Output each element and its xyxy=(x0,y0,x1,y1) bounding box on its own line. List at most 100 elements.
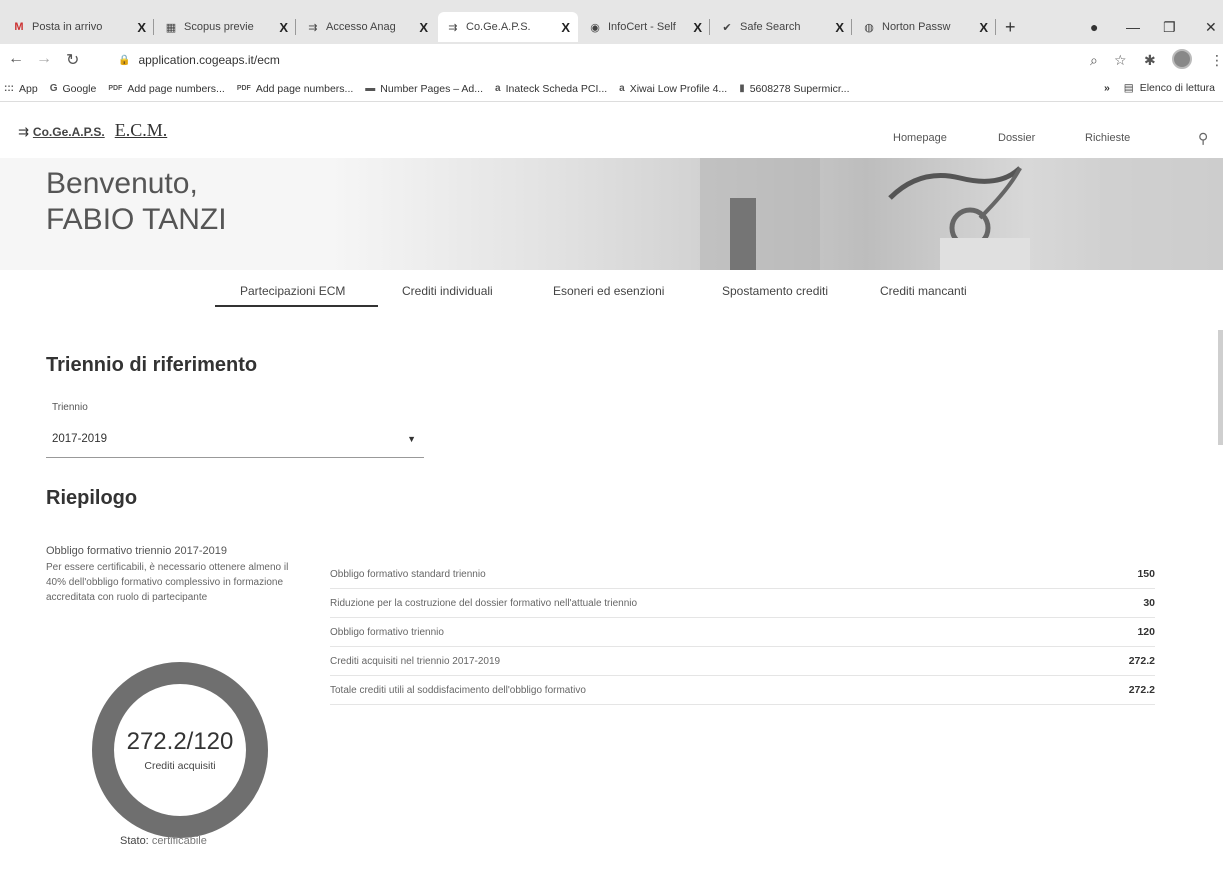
check-icon: ✔ xyxy=(722,21,732,34)
star-icon[interactable]: ☆ xyxy=(1114,52,1127,69)
reload-icon[interactable]: ↻ xyxy=(66,50,79,70)
user-name: FABIO TANZI xyxy=(46,203,227,236)
browser-tab-accesso[interactable]: ⇉ Accesso Anag X xyxy=(298,12,436,42)
summary-row: Crediti acquisiti nel triennio 2017-2019… xyxy=(330,647,1155,676)
restore-icon[interactable]: ❐ xyxy=(1163,19,1176,36)
bookmark-label: Add page numbers... xyxy=(127,82,225,95)
welcome-greeting: Benvenuto, xyxy=(46,167,198,200)
amazon-icon: a xyxy=(619,83,625,94)
user-icon[interactable]: ⚲ xyxy=(1198,130,1208,147)
bookmark-supermicro[interactable]: ▮ 5608278 Supermicr... xyxy=(739,83,849,95)
close-icon[interactable]: X xyxy=(561,20,570,35)
bookmark-xiwai[interactable]: a Xiwai Low Profile 4... xyxy=(619,83,727,95)
summary-row-label: Obbligo formativo triennio xyxy=(330,626,444,638)
reading-list-button[interactable]: Elenco di lettura xyxy=(1140,82,1215,94)
reading-list-icon: ▤ xyxy=(1123,82,1134,94)
back-icon[interactable]: ← xyxy=(8,50,24,68)
summary-table: Obbligo formativo standard triennio 150 … xyxy=(330,560,1155,705)
new-tab-button[interactable]: + xyxy=(1005,17,1016,38)
nav-dossier[interactable]: Dossier xyxy=(998,132,1035,144)
gmail-icon: M xyxy=(14,21,24,33)
summary-row-label: Riduzione per la costruzione del dossier… xyxy=(330,597,638,609)
tab-title: InfoCert - Self xyxy=(608,21,676,33)
tab-title: Posta in arrivo xyxy=(32,21,103,33)
nav-richieste[interactable]: Richieste xyxy=(1085,132,1130,144)
browser-tab-bar: M Posta in arrivo X ▦ Scopus previe X ⇉ … xyxy=(0,0,1223,44)
nav-homepage[interactable]: Homepage xyxy=(893,132,947,144)
section-tabs: Partecipazioni ECM Crediti individuali E… xyxy=(0,270,1223,310)
browser-tab-cogeaps[interactable]: ⇉ Co.Ge.A.P.S. X xyxy=(438,12,578,42)
tab-title: Norton Passw xyxy=(882,21,951,33)
browser-tab-safesearch[interactable]: ✔ Safe Search X xyxy=(712,12,852,42)
tab-title: Accesso Anag xyxy=(326,21,396,33)
summary-row-value: 30 xyxy=(1143,597,1155,609)
scopus-icon: ▦ xyxy=(165,21,177,34)
browser-tab-scopus[interactable]: ▦ Scopus previe X xyxy=(156,12,296,42)
amazon-icon: a xyxy=(495,83,501,94)
profile-avatar[interactable] xyxy=(1172,49,1192,69)
bookmark-inateck[interactable]: a Inateck Scheda PCI... xyxy=(495,83,607,95)
browser-tab-norton[interactable]: ◍ Norton Passw X xyxy=(854,12,996,42)
scrollbar-thumb[interactable] xyxy=(1218,330,1223,445)
bookmark-google[interactable]: G Google xyxy=(50,83,97,95)
google-icon: G xyxy=(49,83,58,94)
close-icon[interactable]: X xyxy=(693,20,702,35)
obbligo-title: Obbligo formativo triennio 2017-2019 xyxy=(46,545,228,557)
summary-row-value: 120 xyxy=(1137,626,1155,638)
bookmark-add-page-numbers-1[interactable]: PDF Add page numbers... xyxy=(108,83,224,95)
bookmark-label: Google xyxy=(62,82,97,95)
stato-label: Stato: xyxy=(120,835,149,847)
tab-title: Scopus previe xyxy=(184,21,254,33)
browser-toolbar: ← → ↻ 🔒 application.cogeaps.it/ecm ⌕ ☆ ✱… xyxy=(0,44,1223,76)
summary-row-value: 150 xyxy=(1137,568,1155,580)
tab-esoneri-esenzioni[interactable]: Esoneri ed esenzioni xyxy=(553,284,664,298)
triennio-label: Triennio xyxy=(52,402,88,413)
tab-title: Safe Search xyxy=(740,21,801,33)
tab-crediti-mancanti[interactable]: Crediti mancanti xyxy=(880,284,967,298)
obbligo-description: Obbligo formativo triennio 2017-2019 Per… xyxy=(46,544,296,605)
bookmark-add-page-numbers-2[interactable]: PDF Add page numbers... xyxy=(237,83,353,95)
tab-spostamento-crediti[interactable]: Spostamento crediti xyxy=(722,284,828,298)
donut-value: 272.2/120 xyxy=(126,728,234,755)
more-bookmarks-button[interactable]: » xyxy=(1104,82,1110,94)
triennio-value: 2017-2019 xyxy=(52,432,107,445)
close-icon[interactable]: X xyxy=(835,20,844,35)
profile-dot-icon[interactable]: ● xyxy=(1090,19,1098,35)
stato-status: Stato: certificabile xyxy=(120,835,207,847)
bookmark-label: Xiwai Low Profile 4... xyxy=(629,82,728,95)
minimize-icon[interactable]: — xyxy=(1126,19,1140,35)
lock-icon: 🔒 xyxy=(118,54,131,66)
bookmark-number-pages[interactable]: ▬ Number Pages – Ad... xyxy=(365,83,483,95)
tab-crediti-individuali[interactable]: Crediti individuali xyxy=(402,284,493,298)
tab-partecipazioni-ecm[interactable]: Partecipazioni ECM xyxy=(240,284,345,298)
active-tab-indicator xyxy=(215,305,378,307)
cogeaps-icon: ⇉ xyxy=(448,21,458,34)
window-close-icon[interactable]: ✕ xyxy=(1205,19,1217,36)
triennio-heading: Triennio di riferimento xyxy=(46,354,258,376)
close-icon[interactable]: X xyxy=(419,20,428,35)
browser-tab-infocert[interactable]: ◉ InfoCert - Self X xyxy=(580,12,710,42)
document-icon: ▬ xyxy=(365,83,376,94)
bookmark-label: App xyxy=(19,82,38,95)
address-bar[interactable]: 🔒 application.cogeaps.it/ecm xyxy=(118,47,1178,73)
close-icon[interactable]: X xyxy=(137,20,146,35)
summary-row-label: Totale crediti utili al soddisfacimento … xyxy=(330,684,586,696)
hero-banner: Benvenuto, FABIO TANZI xyxy=(0,158,1223,270)
bookmark-app[interactable]: ::: App xyxy=(4,83,38,95)
close-icon[interactable]: X xyxy=(279,20,288,35)
extensions-icon[interactable]: ✱ xyxy=(1144,52,1156,69)
obbligo-text: Per essere certificabili, è necessario o… xyxy=(46,562,289,603)
menu-icon[interactable]: ⋮ xyxy=(1210,52,1223,69)
summary-row-value: 272.2 xyxy=(1128,684,1155,696)
browser-tab-posta[interactable]: M Posta in arrivo X xyxy=(4,12,154,42)
zoom-icon[interactable]: ⌕ xyxy=(1090,52,1098,69)
stato-value: certificabile xyxy=(151,835,207,847)
close-icon[interactable]: X xyxy=(979,20,988,35)
triennio-select[interactable]: 2017-2019 ▼ xyxy=(46,420,424,458)
summary-row: Obbligo formativo standard triennio 150 xyxy=(330,560,1155,589)
bookmarks-bar: ::: App G Google PDF Add page numbers...… xyxy=(0,76,1223,102)
bookmark-label: Add page numbers... xyxy=(255,82,354,95)
forward-icon[interactable]: → xyxy=(36,50,52,68)
site-logo[interactable]: ⇉ Co.Ge.A.P.S. E.C.M. xyxy=(18,120,167,141)
donut-label: Crediti acquisiti xyxy=(144,760,216,772)
